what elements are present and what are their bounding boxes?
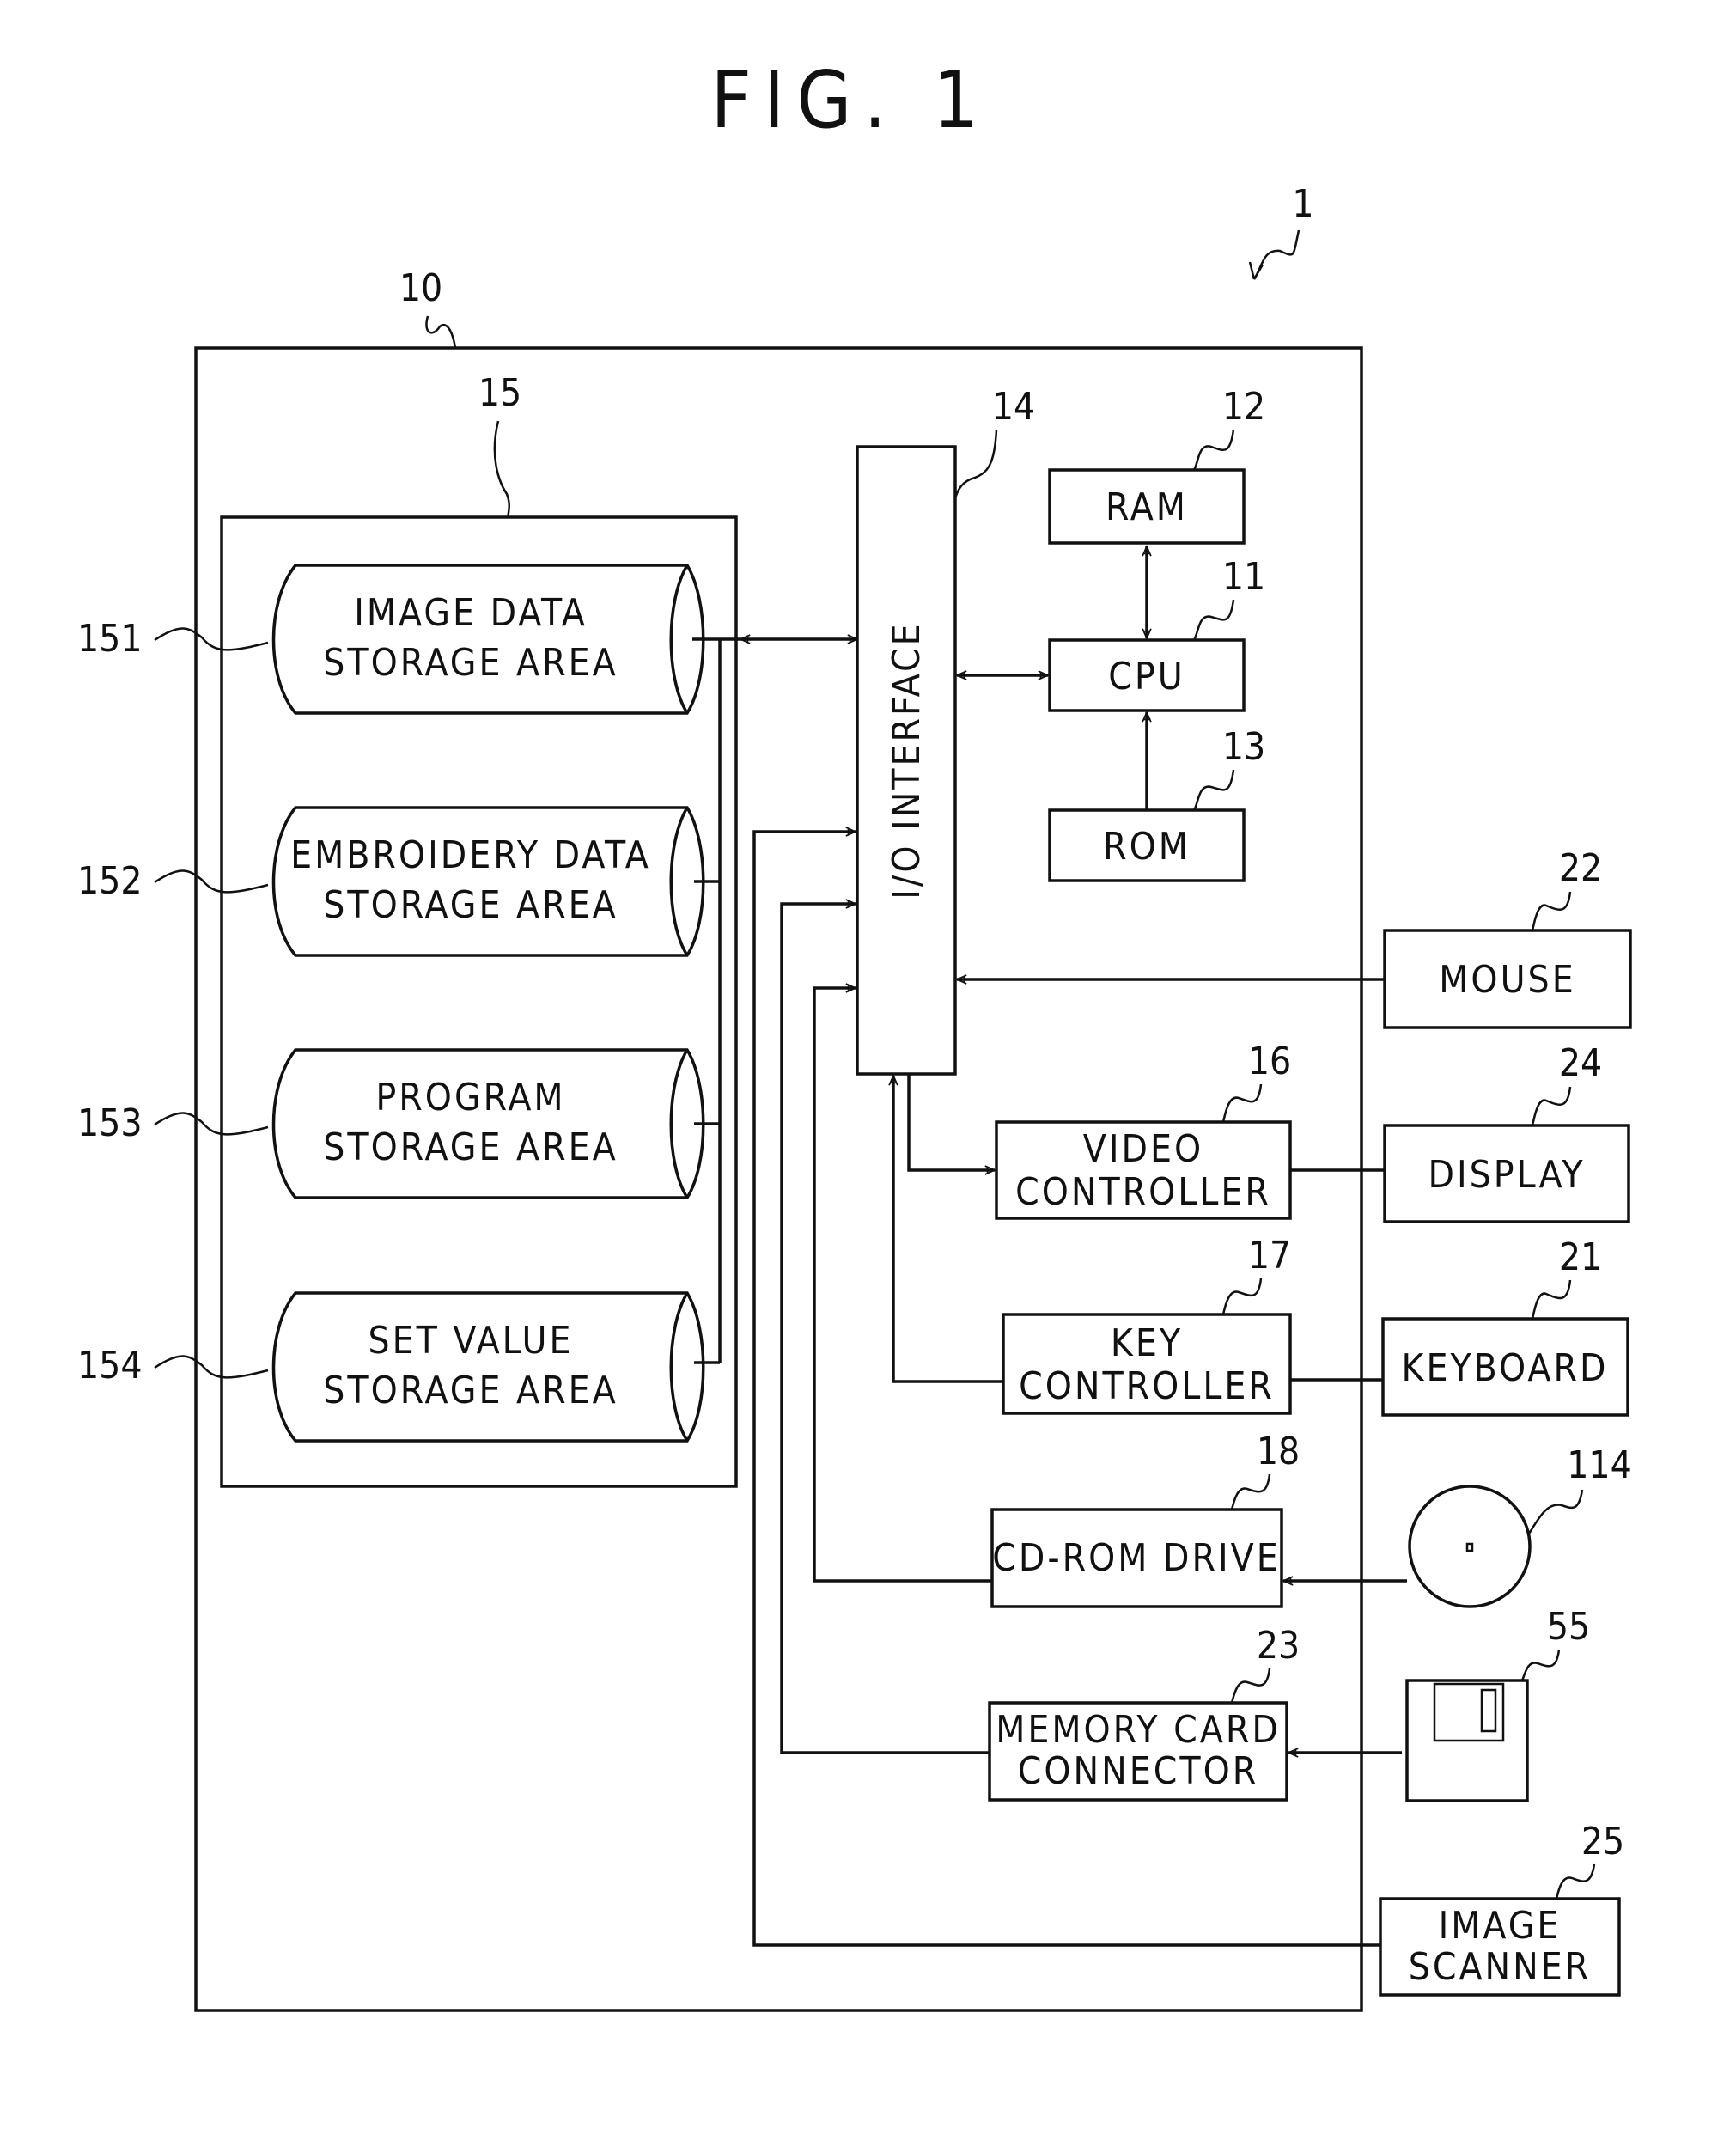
- ref-cdrom-disc: 114: [1567, 1443, 1632, 1487]
- ref-key-controller: 17: [1248, 1234, 1291, 1278]
- memory-card-connector-line1: MEMORY CARD: [996, 1708, 1281, 1752]
- leader-25: [1555, 1863, 1596, 1900]
- storage-bus: [692, 637, 740, 1364]
- ref-storage-area-image: 151: [77, 617, 143, 661]
- storage-label-line2: STORAGE AREA: [323, 1369, 618, 1412]
- storage-label-line1: EMBROIDERY DATA: [290, 833, 651, 877]
- leader-151: [154, 627, 269, 651]
- storage-label-line2: STORAGE AREA: [323, 1125, 618, 1169]
- ref-display: 24: [1559, 1041, 1602, 1085]
- leader-152: [154, 869, 269, 894]
- leader-23: [1230, 1668, 1271, 1704]
- ref-storage: 15: [478, 371, 521, 415]
- rom-label: ROM: [1103, 825, 1191, 869]
- leader-24: [1531, 1086, 1572, 1126]
- cdrom-drive-label: CD-ROM DRIVE: [992, 1536, 1281, 1580]
- ref-image-scanner: 25: [1581, 1820, 1624, 1863]
- storage-area-set-value: SET VALUE STORAGE AREA: [271, 1291, 705, 1443]
- image-scanner-line2: SCANNER: [1409, 1945, 1592, 1989]
- leader-main-unit: [425, 315, 457, 349]
- cdrom-disc-icon: [1408, 1485, 1532, 1608]
- memory-card-connector-line2: CONNECTOR: [1018, 1749, 1259, 1793]
- storage-area-embroidery-data: EMBROIDERY DATA STORAGE AREA: [271, 806, 705, 957]
- block-diagram: FIG. 1 1 10 15 IMAGE DATA STORAGE AREA E…: [77, 54, 1632, 2012]
- leader-16: [1221, 1083, 1263, 1123]
- io-interface-label: I/O INTERFACE: [885, 621, 929, 899]
- leader-11: [1192, 599, 1235, 641]
- leader-154: [154, 1355, 269, 1379]
- key-controller-line1: KEY: [1111, 1321, 1183, 1365]
- cdrom-disc-hole: [1465, 1542, 1474, 1552]
- ref-keyboard: 21: [1559, 1235, 1602, 1279]
- ref-rom: 13: [1222, 725, 1265, 769]
- video-controller-line1: VIDEO: [1083, 1127, 1203, 1171]
- ref-memory-card-connector: 23: [1257, 1624, 1300, 1668]
- leader-14: [953, 429, 998, 499]
- leader-21: [1531, 1279, 1572, 1320]
- storage-label-line1: PROGRAM: [375, 1076, 565, 1119]
- leader-55: [1520, 1649, 1561, 1681]
- ref-video-controller: 16: [1248, 1040, 1291, 1083]
- figure-title: FIG. 1: [710, 54, 990, 146]
- io-video-link: [907, 1074, 995, 1170]
- leader-114: [1527, 1489, 1584, 1534]
- ref-io-interface: 14: [992, 385, 1035, 429]
- ref-mouse: 22: [1559, 846, 1602, 890]
- ref-cpu: 11: [1222, 555, 1265, 599]
- keyboard-label: KEYBOARD: [1402, 1346, 1609, 1390]
- ref-storage-area-program: 153: [77, 1101, 143, 1145]
- cpu-label: CPU: [1108, 655, 1185, 698]
- storage-label-line1: SET VALUE: [368, 1319, 573, 1363]
- leader-22: [1531, 891, 1572, 931]
- image-scanner-line1: IMAGE: [1439, 1904, 1562, 1948]
- leader-153: [154, 1112, 269, 1136]
- ram-label: RAM: [1106, 485, 1188, 529]
- ref-cdrom-drive: 18: [1257, 1430, 1300, 1473]
- video-controller-line2: CONTROLLER: [1015, 1170, 1271, 1214]
- ref-storage-area-embroidery: 152: [77, 859, 143, 903]
- leader-13: [1192, 769, 1235, 811]
- key-controller-line2: CONTROLLER: [1019, 1364, 1275, 1408]
- ref-system: 1: [1292, 182, 1313, 226]
- leader-12: [1192, 429, 1235, 471]
- mouse-label: MOUSE: [1439, 958, 1575, 1002]
- ref-storage-area-set-value: 154: [77, 1344, 143, 1388]
- storage-label-line1: IMAGE DATA: [354, 591, 588, 635]
- cdrom-io-link: [813, 988, 992, 1583]
- display-label: DISPLAY: [1428, 1153, 1585, 1197]
- storage-area-image-data: IMAGE DATA STORAGE AREA: [271, 564, 705, 715]
- leader-18: [1230, 1473, 1271, 1510]
- storage-label-line2: STORAGE AREA: [323, 883, 618, 927]
- storage-area-program: PROGRAM STORAGE AREA: [271, 1048, 705, 1199]
- leader-17: [1221, 1278, 1263, 1315]
- leader-system: [1252, 229, 1300, 280]
- ref-ram: 12: [1222, 385, 1265, 429]
- ref-main-unit: 10: [399, 266, 442, 310]
- storage-label-line2: STORAGE AREA: [323, 641, 618, 685]
- memory-card-slot: [1480, 1688, 1497, 1733]
- ref-memory-card: 55: [1547, 1605, 1590, 1649]
- leader-storage: [493, 420, 510, 518]
